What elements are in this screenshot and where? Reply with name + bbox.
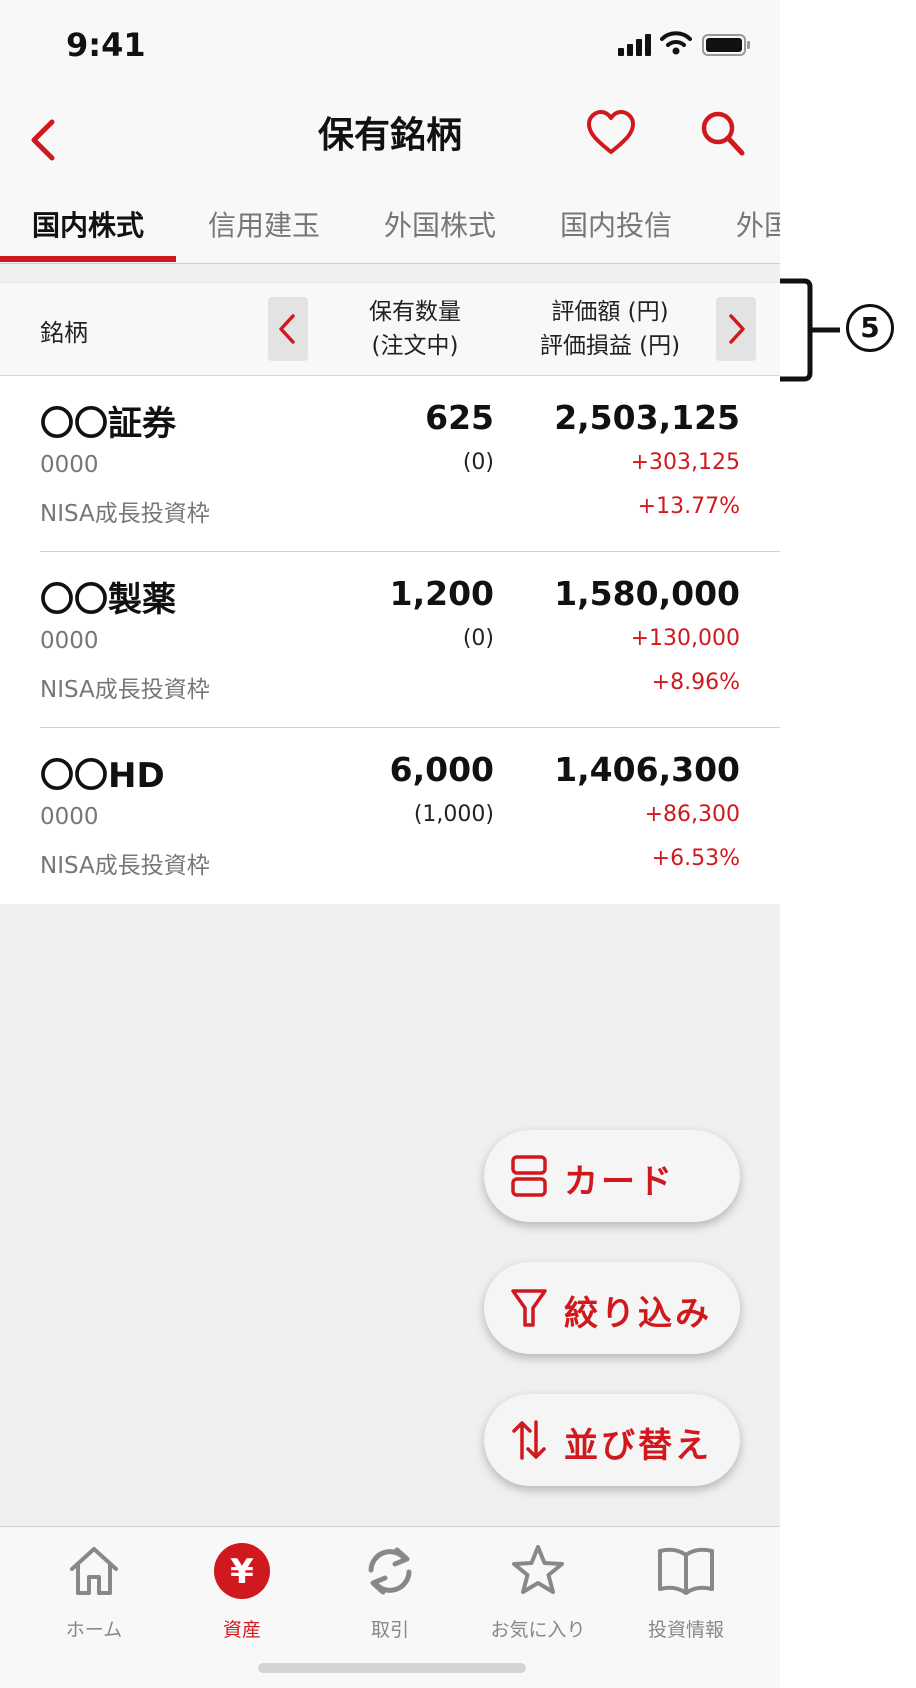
yen-icon: ¥ [214, 1543, 270, 1599]
tabbar-trade-label: 取引 [370, 1619, 409, 1641]
stock-code: 0000 [40, 628, 99, 654]
annotation-number: 5 [846, 304, 894, 352]
holding-qty: 625 [425, 398, 494, 437]
heart-icon[interactable] [586, 106, 636, 162]
order-qty: (1,000) [413, 802, 494, 827]
card-view-button[interactable]: カード [484, 1130, 740, 1222]
unrealized-pl-pct: +8.96% [651, 670, 740, 695]
tabbar-home-label: ホーム [65, 1619, 123, 1641]
filter-button[interactable]: 絞り込み [484, 1262, 740, 1354]
unrealized-pl: +130,000 [630, 626, 740, 651]
wifi-icon [660, 31, 692, 55]
column-qty-label: 保有数量 (注文中) [340, 295, 490, 363]
sort-label: 並び替え [564, 1426, 712, 1466]
stock-code: 0000 [40, 804, 99, 830]
order-qty: (0) [462, 450, 494, 475]
holding-row[interactable]: 〇〇証券 0000 NISA成長投資枠 625 (0) 2,503,125 +3… [40, 376, 780, 552]
card-view-label: カード [564, 1162, 675, 1202]
account-type: NISA成長投資枠 [40, 853, 210, 879]
market-value: 2,503,125 [554, 398, 740, 437]
nav-header: 保有銘柄 [0, 92, 780, 190]
search-icon[interactable] [698, 106, 748, 162]
sort-icon [512, 1420, 546, 1460]
stock-code: 0000 [40, 452, 99, 478]
market-value: 1,406,300 [554, 750, 740, 789]
unrealized-pl: +86,300 [644, 802, 740, 827]
stock-name: 〇〇製薬 [40, 580, 176, 620]
tabbar-assets-label: 資産 [222, 1619, 261, 1641]
unrealized-pl: +303,125 [630, 450, 740, 475]
tabbar-favorites[interactable]: お気に入り [464, 1541, 612, 1642]
order-qty: (0) [462, 626, 494, 651]
bottom-tab-bar: ホーム ¥ 資産 取引 お気に入り 投資情報 [0, 1526, 780, 1688]
column-next-button[interactable] [716, 297, 756, 361]
unrealized-pl-pct: +13.77% [637, 494, 740, 519]
tabbar-home[interactable]: ホーム [20, 1541, 168, 1642]
home-icon [70, 1547, 118, 1595]
category-tabs: 国内株式 信用建玉 外国株式 国内投信 外国 [0, 190, 780, 264]
holding-qty: 1,200 [389, 574, 494, 613]
holding-row[interactable]: 〇〇HD 0000 NISA成長投資枠 6,000 (1,000) 1,406,… [40, 728, 780, 904]
yen-glyph: ¥ [230, 1552, 254, 1592]
signal-icon [618, 34, 651, 56]
stock-name: 〇〇証券 [40, 404, 176, 444]
column-header: 銘柄 保有数量 (注文中) 評価額 (円) 評価損益 (円) [0, 282, 780, 376]
column-value-line1: 評価額 (円) [551, 299, 669, 325]
status-bar: 9:41 [0, 0, 780, 92]
stock-name: 〇〇HD [40, 756, 165, 796]
holdings-list: 銘柄 保有数量 (注文中) 評価額 (円) 評価損益 (円) 〇〇証券 0000… [0, 282, 780, 904]
tab-domestic-funds[interactable]: 国内投信 [560, 204, 672, 244]
sort-button[interactable]: 並び替え [484, 1394, 740, 1486]
annotation-bracket [780, 278, 840, 382]
column-value-line2: 評価損益 (円) [539, 333, 681, 359]
tabbar-favorites-label: お気に入り [490, 1619, 586, 1641]
holding-row[interactable]: 〇〇製薬 0000 NISA成長投資枠 1,200 (0) 1,580,000 … [40, 552, 780, 728]
tabbar-assets[interactable]: ¥ 資産 [168, 1541, 316, 1642]
card-layout-icon [511, 1155, 547, 1197]
tabbar-info-label: 投資情報 [647, 1619, 724, 1641]
app-screen: 9:41 保有銘柄 国内株式 信用建玉 外国株式 国内投信 外 銘柄 保有数量 … [0, 0, 780, 1688]
tab-domestic-stocks[interactable]: 国内株式 [32, 204, 144, 244]
account-type: NISA成長投資枠 [40, 501, 210, 527]
book-icon [658, 1547, 714, 1595]
tabbar-info[interactable]: 投資情報 [612, 1541, 760, 1642]
unrealized-pl-pct: +6.53% [651, 846, 740, 871]
column-qty-line1: 保有数量 [369, 299, 461, 325]
column-value-label: 評価額 (円) 評価損益 (円) [520, 295, 700, 363]
tab-foreign-stocks[interactable]: 外国株式 [384, 204, 496, 244]
star-icon [512, 1545, 564, 1594]
chevron-right-icon [729, 314, 745, 344]
home-indicator [258, 1663, 526, 1673]
column-name-label: 銘柄 [40, 319, 88, 347]
market-value: 1,580,000 [554, 574, 740, 613]
chevron-left-icon [279, 314, 295, 344]
account-type: NISA成長投資枠 [40, 677, 210, 703]
page-title: 保有銘柄 [317, 115, 462, 156]
holding-qty: 6,000 [389, 750, 494, 789]
column-prev-button[interactable] [268, 297, 308, 361]
filter-icon [511, 1289, 547, 1327]
filter-label: 絞り込み [564, 1294, 712, 1334]
column-qty-line2: (注文中) [371, 333, 459, 359]
refresh-icon [368, 1547, 412, 1595]
tab-margin-positions[interactable]: 信用建玉 [208, 204, 320, 244]
status-time: 9:41 [66, 26, 146, 64]
active-tab-indicator [0, 256, 176, 262]
tab-foreign-funds[interactable]: 外国 [736, 204, 780, 244]
tabbar-trade[interactable]: 取引 [316, 1541, 464, 1642]
battery-icon [702, 34, 750, 56]
